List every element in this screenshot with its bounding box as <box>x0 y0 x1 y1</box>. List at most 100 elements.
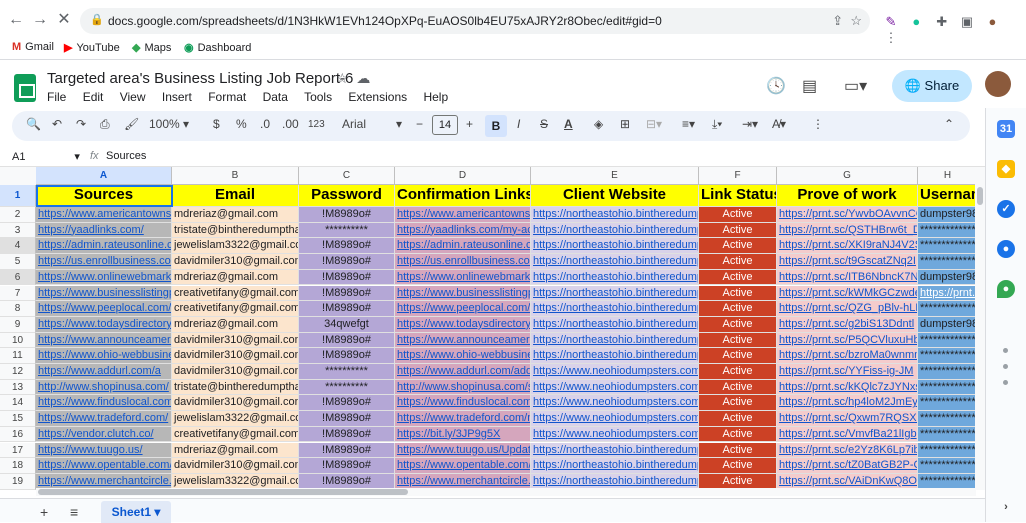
header-cell-h[interactable]: Usernam <box>918 185 975 207</box>
name-box[interactable]: A1 ▾ <box>12 150 80 163</box>
header-cell-f[interactable]: Link Status <box>699 185 777 207</box>
star-icon[interactable]: ☆ <box>336 70 349 86</box>
cell-a4[interactable]: https://admin.rateusonline.com <box>36 238 172 255</box>
header-cell-b[interactable]: Email <box>172 185 299 207</box>
row-header-2[interactable]: 2 <box>0 207 36 223</box>
cell-h4[interactable]: ************** <box>918 238 975 255</box>
cell-f17[interactable]: Active <box>699 442 777 459</box>
percent-button[interactable]: % <box>236 117 247 131</box>
cell-e15[interactable]: https://www.neohiodumpsters.com/ <box>531 411 699 427</box>
row-header-17[interactable]: 17 <box>0 442 36 459</box>
cell-g9[interactable]: https://prnt.sc/g2biS13Ddntl <box>777 316 918 333</box>
text-rotation-icon[interactable]: A̸▾ <box>772 117 786 131</box>
cell-e13[interactable]: https://www.neohiodumpsters.com/ <box>531 379 699 396</box>
cell-g5[interactable]: https://prnt.sc/t9GscatZNq2I <box>777 254 918 270</box>
print-icon[interactable]: ⎙ <box>100 117 110 132</box>
comments-icon[interactable]: ▤ <box>802 76 817 96</box>
sheets-logo-icon[interactable] <box>14 74 36 102</box>
cell-a18[interactable]: https://www.opentable.com/us <box>36 458 172 474</box>
cell-a7[interactable]: https://www.businesslistingplus.com <box>36 285 172 302</box>
cell-f6[interactable]: Active <box>699 269 777 286</box>
column-header-g[interactable]: G <box>777 167 918 185</box>
formula-input[interactable]: Sources <box>106 150 146 162</box>
menu-help[interactable]: Help <box>423 90 448 104</box>
cell-e3[interactable]: https://northeastohio.bintheredumpthat.c… <box>531 222 699 239</box>
cell-g10[interactable]: https://prnt.sc/P5QCVluxuHbk <box>777 332 918 349</box>
cell-g13[interactable]: https://prnt.sc/kKQlc7zJYNxs <box>777 379 918 396</box>
cell-b9[interactable]: mdreriaz@gmail.com <box>172 316 299 333</box>
header-cell-e[interactable]: Client Website <box>531 185 699 207</box>
cell-h6[interactable]: dumpster98 <box>918 269 975 286</box>
row-header-16[interactable]: 16 <box>0 426 36 443</box>
column-header-d[interactable]: D <box>395 167 531 185</box>
maps-side-icon[interactable]: ● <box>997 280 1015 298</box>
cell-b18[interactable]: davidmiler310@gmail.com <box>172 458 299 474</box>
row-header-6[interactable]: 6 <box>0 269 36 286</box>
increase-decimal-button[interactable]: .00 <box>282 117 299 131</box>
cell-a12[interactable]: https://www.addurl.com/a <box>36 364 172 380</box>
add-sheet-button[interactable]: + <box>40 504 48 520</box>
cell-d16[interactable]: https://bit.ly/3JP9g5X <box>395 426 531 443</box>
font-size-decrease-button[interactable]: − <box>416 117 423 131</box>
keep-icon[interactable]: ◆ <box>997 160 1015 178</box>
cell-d2[interactable]: https://www.americantowns.com <box>395 207 531 223</box>
merge-cells-icon[interactable]: ⊟▾ <box>646 117 662 131</box>
cell-g16[interactable]: https://prnt.sc/VmvfBa21lIgb <box>777 426 918 443</box>
cell-b6[interactable]: mdreriaz@gmail.com <box>172 269 299 286</box>
column-header-e[interactable]: E <box>531 167 699 185</box>
calendar-icon[interactable]: 31 <box>997 120 1015 138</box>
cell-g17[interactable]: https://prnt.sc/e2Yz8K6Lp7ib <box>777 442 918 459</box>
cell-c4[interactable]: !M8989o# <box>299 238 395 255</box>
cell-c13[interactable]: ********** <box>299 379 395 396</box>
cell-h18[interactable]: ************** <box>918 458 975 474</box>
cell-a17[interactable]: https://www.tuugo.us/ <box>36 442 172 459</box>
cell-e5[interactable]: https://northeastohio.bintheredumpthat.c… <box>531 254 699 270</box>
cell-f15[interactable]: Active <box>699 411 777 427</box>
cell-g14[interactable]: https://prnt.sc/hp4loM2JmEyx <box>777 395 918 412</box>
cell-b2[interactable]: mdreriaz@gmail.com <box>172 207 299 223</box>
cell-c5[interactable]: !M8989o# <box>299 254 395 270</box>
row-header-4[interactable]: 4 <box>0 238 36 255</box>
cell-h3[interactable]: ************** <box>918 222 975 239</box>
cell-a5[interactable]: https://us.enrollbusiness.com/ <box>36 254 172 270</box>
cell-h8[interactable]: ************** <box>918 301 975 317</box>
cell-e14[interactable]: https://www.neohiodumpsters.com/ <box>531 395 699 412</box>
cell-g3[interactable]: https://prnt.sc/QSTHBrw6t_De <box>777 222 918 239</box>
cell-f5[interactable]: Active <box>699 254 777 270</box>
forward-icon[interactable]: → <box>30 10 50 30</box>
cell-h14[interactable]: ************** <box>918 395 975 412</box>
cell-b11[interactable]: davidmiler310@gmail.com <box>172 348 299 364</box>
text-wrap-icon[interactable]: ⇥▾ <box>742 117 758 131</box>
cell-b12[interactable]: davidmiler310@gmail.com <box>172 364 299 380</box>
horizontal-scrollbar[interactable] <box>36 488 976 496</box>
cell-c12[interactable]: ********** <box>299 364 395 380</box>
cell-e8[interactable]: https://northeastohio.bintheredumpthat.c… <box>531 301 699 317</box>
cell-d13[interactable]: http://www.shopinusa.com/signup <box>395 379 531 396</box>
cell-g8[interactable]: https://prnt.sc/QZG_pBlv-hLE <box>777 301 918 317</box>
cell-a3[interactable]: https://yaadlinks.com/ <box>36 222 172 239</box>
sheet-tab-sheet1[interactable]: Sheet1 ▾ <box>101 501 171 523</box>
vertical-scrollbar[interactable] <box>975 167 985 490</box>
expand-panel-icon[interactable]: › <box>997 498 1015 516</box>
grammarly-extension-icon[interactable]: ● <box>905 14 927 29</box>
cell-d14[interactable]: https://www.finduslocal.com/member <box>395 395 531 412</box>
undo-icon[interactable]: ↶ <box>52 117 62 131</box>
currency-button[interactable]: $ <box>213 117 220 131</box>
cell-c10[interactable]: !M8989o# <box>299 332 395 349</box>
menu-file[interactable]: File <box>47 90 66 104</box>
cell-h17[interactable]: ************** <box>918 442 975 459</box>
cell-d17[interactable]: https://www.tuugo.us/UpdateCompany <box>395 442 531 459</box>
cell-d9[interactable]: https://www.todaysdirectory.com <box>395 316 531 333</box>
cell-c11[interactable]: !M8989o# <box>299 348 395 364</box>
cell-g4[interactable]: https://prnt.sc/XKI9raNJ4V2S <box>777 238 918 255</box>
cell-e2[interactable]: https://northeastohio.bintheredumpthat.c… <box>531 207 699 223</box>
cell-h2[interactable]: dumpster98 <box>918 207 975 223</box>
back-icon[interactable]: ← <box>6 10 26 30</box>
zoom-select[interactable]: 100% ▾ <box>149 117 189 131</box>
decrease-decimal-button[interactable]: .0 <box>260 117 270 131</box>
cell-c8[interactable]: !M8989o# <box>299 301 395 317</box>
cell-a2[interactable]: https://www.americantowns.com <box>36 207 172 223</box>
cell-f8[interactable]: Active <box>699 301 777 317</box>
history-icon[interactable]: 🕓 <box>766 76 786 96</box>
menu-extensions[interactable]: Extensions <box>348 90 407 104</box>
